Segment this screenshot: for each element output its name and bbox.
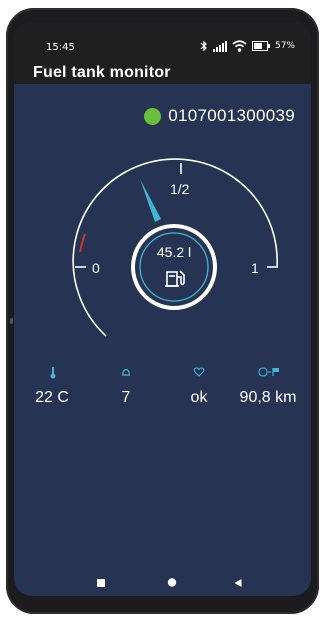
temperature-value: 22 C <box>35 389 69 406</box>
gauge-needle <box>140 179 161 222</box>
side-button <box>10 318 13 324</box>
route-distance-icon <box>258 367 280 380</box>
gauge-warning-segment <box>79 233 86 253</box>
gauge-label-half: 1/2 <box>170 181 190 197</box>
recents-square-icon[interactable] <box>97 572 105 591</box>
fuel-level-value: 45.2 l <box>156 244 192 260</box>
alerts-count: 7 <box>121 389 131 406</box>
back-triangle-icon[interactable] <box>234 572 242 591</box>
gauge-center-ring <box>131 224 217 310</box>
bell-icon <box>121 367 131 381</box>
gauge-label-full: 1 <box>251 260 259 276</box>
home-circle-icon[interactable] <box>167 572 177 591</box>
heart-icon <box>193 367 205 380</box>
thermometer-icon <box>50 367 56 382</box>
system-nav-bar <box>14 572 311 596</box>
health-status: ok <box>190 389 208 406</box>
gauge-label-empty: 0 <box>92 260 100 276</box>
distance-value: 90,8 km <box>239 389 297 406</box>
fuel-gauge <box>72 158 278 337</box>
app-screen: 15:45 57% Fuel tank monitor 010700130003… <box>14 22 311 596</box>
